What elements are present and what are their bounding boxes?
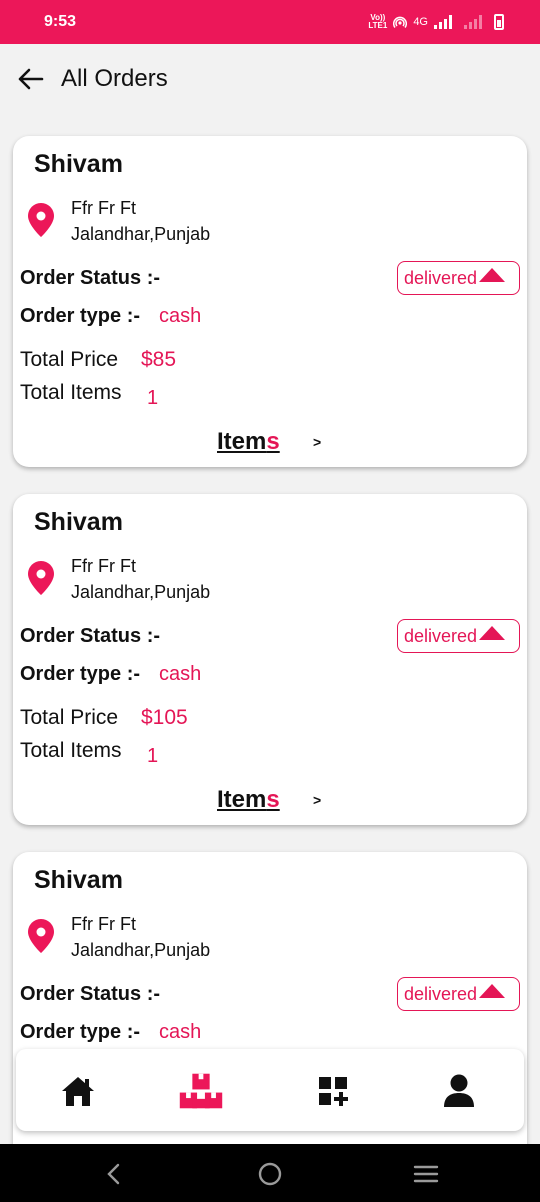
order-status-label: Order Status :- xyxy=(20,267,161,289)
hotspot-icon xyxy=(393,16,408,28)
page-title: All Orders xyxy=(61,65,168,92)
total-price-label: Total Price xyxy=(20,706,119,729)
status-badge[interactable]: delivered xyxy=(397,619,520,653)
system-recents-button[interactable] xyxy=(412,1160,440,1188)
address-line-1: Ffr Fr Ft xyxy=(71,198,136,218)
total-items-label: Total Items xyxy=(20,381,122,404)
home-icon xyxy=(62,1077,94,1106)
add-category-icon xyxy=(319,1077,348,1106)
status-badge[interactable]: delivered xyxy=(397,977,520,1011)
system-nav-bar xyxy=(0,1144,540,1202)
back-button[interactable] xyxy=(16,65,44,93)
signal-sim2-icon xyxy=(464,15,482,29)
bottom-nav xyxy=(16,1049,524,1131)
total-items-value: 1 xyxy=(147,745,159,767)
chevron-left-icon xyxy=(107,1163,120,1185)
chevron-right-icon[interactable]: > xyxy=(313,434,321,450)
nav-add-category[interactable] xyxy=(311,1069,355,1113)
profile-icon xyxy=(444,1074,474,1107)
nav-profile[interactable] xyxy=(437,1069,481,1113)
address-line-2: Jalandhar,Punjab xyxy=(71,940,211,960)
status-bar: 9:53 Vo)) LTE1 4G xyxy=(0,0,540,44)
customer-name: Shivam xyxy=(34,866,123,894)
location-pin-icon xyxy=(28,561,54,595)
expand-up-icon xyxy=(479,626,506,640)
volte-indicator: Vo)) LTE1 xyxy=(368,13,388,30)
location-pin-icon xyxy=(28,919,54,953)
signal-icon xyxy=(434,15,452,29)
status-text: delivered xyxy=(404,267,478,288)
circle-home-icon xyxy=(258,1162,282,1186)
total-price-label: Total Price xyxy=(20,348,119,371)
order-type-label: Order type :- xyxy=(20,305,141,327)
status-time: 9:53 xyxy=(44,13,77,30)
orders-list[interactable]: Shivam Ffr Fr Ft Jalandhar,Punjab Order … xyxy=(0,114,540,1144)
order-type-value: cash xyxy=(159,1021,202,1043)
order-type-label: Order type :- xyxy=(20,663,141,685)
location-pin-icon xyxy=(28,203,54,237)
menu-lines-icon xyxy=(413,1165,439,1183)
network-type: 4G xyxy=(413,16,428,28)
address-line-2: Jalandhar,Punjab xyxy=(71,582,211,602)
order-card: Shivam Ffr Fr Ft Jalandhar,Punjab Order … xyxy=(13,136,527,467)
expand-up-icon xyxy=(479,268,506,282)
address-line-2: Jalandhar,Punjab xyxy=(71,224,211,244)
status-badge[interactable]: delivered xyxy=(397,261,520,295)
system-back-button[interactable] xyxy=(100,1160,128,1188)
order-card: Shivam Ffr Fr Ft Jalandhar,Punjab Order … xyxy=(13,494,527,825)
customer-name: Shivam xyxy=(34,508,123,536)
arrow-left-icon xyxy=(18,68,44,90)
nav-home[interactable] xyxy=(56,1069,100,1113)
items-link[interactable]: Items xyxy=(217,428,280,456)
nav-orders[interactable] xyxy=(179,1069,223,1113)
status-text: delivered xyxy=(404,983,478,1004)
order-status-label: Order Status :- xyxy=(20,625,161,647)
orders-boxes-icon xyxy=(179,1073,223,1109)
order-type-value: cash xyxy=(159,663,202,685)
chevron-right-icon[interactable]: > xyxy=(313,792,321,808)
status-icons: Vo)) LTE1 4G xyxy=(368,14,504,30)
app-header: All Orders xyxy=(0,44,540,114)
address-line-1: Ffr Fr Ft xyxy=(71,914,136,934)
expand-up-icon xyxy=(479,984,506,998)
total-items-label: Total Items xyxy=(20,739,122,762)
address-line-1: Ffr Fr Ft xyxy=(71,556,136,576)
total-items-value: 1 xyxy=(147,387,159,409)
items-link[interactable]: Items xyxy=(217,786,280,814)
order-status-label: Order Status :- xyxy=(20,983,161,1005)
customer-name: Shivam xyxy=(34,150,123,178)
system-home-button[interactable] xyxy=(256,1160,284,1188)
status-text: delivered xyxy=(404,625,478,646)
order-type-value: cash xyxy=(159,305,202,327)
order-type-label: Order type :- xyxy=(20,1021,141,1043)
total-price-value: $85 xyxy=(141,348,177,371)
battery-icon xyxy=(494,14,504,30)
total-price-value: $105 xyxy=(141,706,188,729)
